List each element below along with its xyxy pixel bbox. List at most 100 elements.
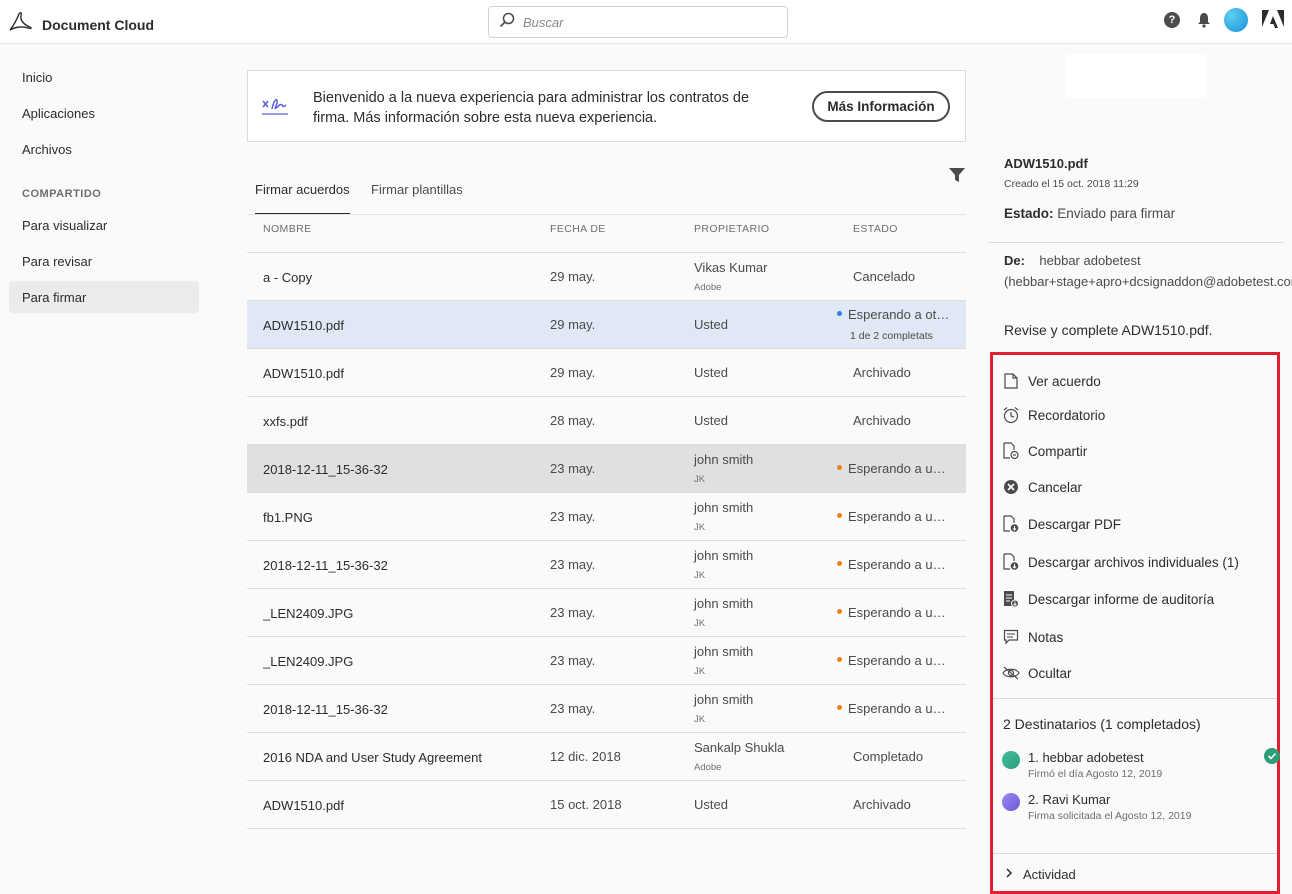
column-header-estado[interactable]: ESTADO [853,223,898,235]
nav-item-para-firmar[interactable]: Para firmar [9,281,199,313]
nav-item-archivos[interactable]: Archivos [9,133,199,165]
document-thumbnail[interactable] [1066,54,1206,98]
activity-label: Actividad [1023,867,1076,882]
row-status-text: Esperando a otros [848,307,950,322]
status-dot-icon [837,513,842,519]
column-header-propietario[interactable]: PROPIETARIO [694,223,769,235]
action-compartir[interactable]: Compartir [1002,442,1087,460]
bell-icon[interactable] [1196,12,1212,28]
row-status: Esperando a usted [837,557,950,572]
action-label: Ver acuerdo [1028,373,1101,389]
recipient-name: 2. Ravi Kumar [1028,792,1111,807]
row-name: 2018-12-11_15-36-32 [263,702,388,717]
from-label: De: [1004,253,1025,268]
details-panel: ADW1510.pdf Creado el 15 oct. 2018 11:29… [988,44,1292,894]
action-ver-acuerdo[interactable]: Ver acuerdo [1002,372,1101,390]
status-dot-icon [837,705,842,711]
table-row[interactable]: _LEN2409.JPG 23 may. john smith JK Esper… [247,589,966,637]
row-status-text: Esperando a usted [848,509,950,524]
table-row[interactable]: xxfs.pdf 28 may. Usted Archivado [247,397,966,445]
search-input[interactable]: Buscar [488,6,788,38]
action-descargar-pdf[interactable]: Descargar PDF [1002,515,1121,533]
more-info-button[interactable]: Más Información [812,91,950,122]
table-row[interactable]: a - Copy 29 may. Vikas Kumar Adobe Cance… [247,253,966,301]
status-dot-icon [837,311,842,317]
table-row[interactable]: ADW1510.pdf 15 oct. 2018 Usted Archivado [247,781,966,829]
share-document-icon [1002,442,1020,460]
row-owner: john smith [694,548,754,563]
action-label: Compartir [1028,443,1088,459]
nav-item-para-revisar[interactable]: Para revisar [9,245,199,277]
divider [993,853,1277,854]
action-label: Cancelar [1028,479,1083,495]
table-row[interactable]: _LEN2409.JPG 23 may. john smith JK Esper… [247,637,966,685]
table-row[interactable]: 2016 NDA and User Study Agreement 12 dic… [247,733,966,781]
row-name: fb1.PNG [263,510,313,525]
brand[interactable]: Document Cloud [8,11,154,38]
action-descargar-archivos[interactable]: Descargar archivos individuales (1) [1002,553,1239,571]
help-icon[interactable]: ? [1164,12,1180,28]
row-owner: Usted [694,413,728,428]
recipients-title: 2 Destinatarios (1 completados) [1003,716,1201,732]
row-status: Archivado [853,413,911,428]
tab-firmar-plantillas[interactable]: Firmar plantillas [371,182,463,215]
table-row-selected[interactable]: ADW1510.pdf 29 may. Usted Esperando a ot… [247,301,966,349]
row-owner-org: JK [694,570,706,581]
document-created: Creado el 15 oct. 2018 11:29 [1004,178,1139,190]
row-owner-org: JK [694,618,706,629]
action-cancelar[interactable]: Cancelar [1002,478,1082,496]
status-label: Estado: [1004,206,1054,221]
recipient-name: 1. hebbar adobetest [1028,750,1144,765]
user-avatar[interactable] [1224,8,1248,32]
left-navigation: Inicio Aplicaciones Archivos COMPARTIDO … [0,44,210,894]
row-date: 29 may. [550,317,596,332]
row-status: Esperando a otros [837,307,950,322]
document-icon [1002,372,1020,390]
document-title: ADW1510.pdf [1004,156,1088,171]
welcome-banner: Bienvenido a la nueva experiencia para a… [247,70,966,142]
row-owner: Usted [694,317,728,332]
tab-firmar-acuerdos[interactable]: Firmar acuerdos [255,182,350,215]
action-label: Descargar archivos individuales (1) [1028,554,1239,570]
row-owner-org: Adobe [694,762,722,773]
download-pdf-icon [1002,515,1020,533]
row-name: ADW1510.pdf [263,366,344,381]
table-row[interactable]: ADW1510.pdf 29 may. Usted Archivado [247,349,966,397]
column-header-nombre[interactable]: NOMBRE [263,223,312,235]
app-title: Document Cloud [42,16,154,33]
action-ocultar[interactable]: Ocultar [1002,664,1072,682]
row-status: Completado [853,749,924,764]
action-recordatorio[interactable]: Recordatorio [1002,406,1105,424]
action-label: Notas [1028,629,1064,645]
row-status-text: Esperando a usted [848,557,950,572]
hide-eye-icon [1002,664,1020,682]
banner-text: Bienvenido a la nueva experiencia para a… [313,90,750,126]
adobe-logo-icon[interactable] [1262,10,1284,30]
row-name: _LEN2409.JPG [263,606,354,621]
table-row[interactable]: 2018-12-11_15-36-32 23 may. john smith J… [247,685,966,733]
row-status: Esperando a usted [837,509,950,524]
recipient-status: Firmó el día Agosto 12, 2019 [1028,768,1163,780]
audit-report-icon [1002,590,1020,608]
row-status-text: Esperando a usted [848,653,950,668]
column-header-fecha[interactable]: FECHA DE [550,223,606,235]
row-status: Esperando a usted [837,701,950,716]
activity-toggle[interactable]: Actividad [1005,867,1076,882]
row-date: 23 may. [550,605,596,620]
row-owner-org: JK [694,474,706,485]
cancel-circle-icon [1002,478,1020,496]
row-date: 23 may. [550,701,596,716]
table-row[interactable]: 2018-12-11_15-36-32 23 may. john smith J… [247,541,966,589]
signed-check-icon [1264,748,1280,764]
status-dot-icon [837,657,842,663]
row-owner: Vikas Kumar [694,260,768,275]
filter-icon[interactable] [948,166,966,189]
nav-item-aplicaciones[interactable]: Aplicaciones [9,97,199,129]
action-notas[interactable]: Notas [1002,628,1063,646]
nav-item-inicio[interactable]: Inicio [9,61,199,93]
table-row[interactable]: fb1.PNG 23 may. john smith JK Esperando … [247,493,966,541]
nav-item-para-visualizar[interactable]: Para visualizar [9,209,199,241]
table-row-hovered[interactable]: 2018-12-11_15-36-32 23 may. john smith J… [247,445,966,493]
acrobat-logo-icon [8,11,34,38]
action-descargar-auditoria[interactable]: Descargar informe de auditoría [1002,590,1214,608]
